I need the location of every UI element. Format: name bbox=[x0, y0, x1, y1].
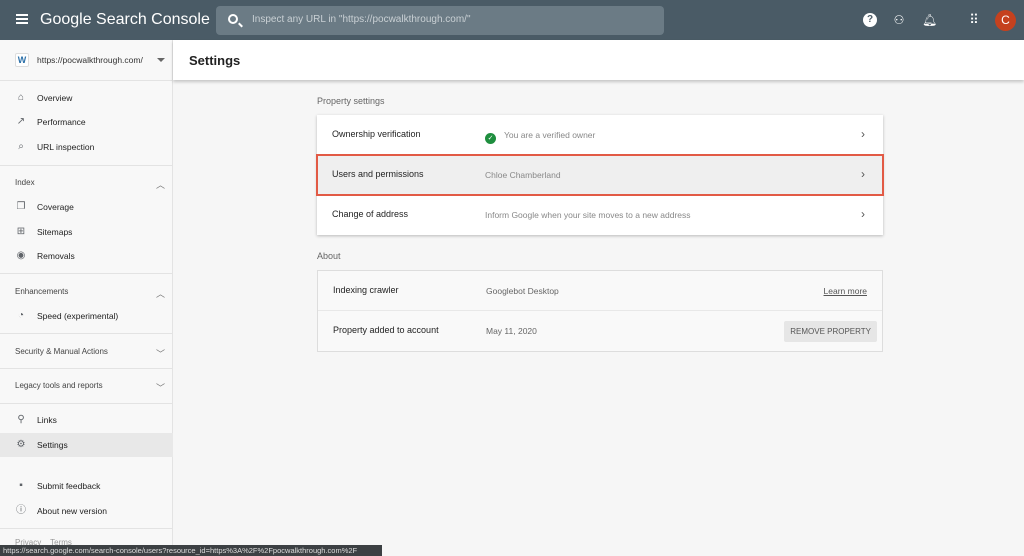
avatar[interactable]: C bbox=[995, 10, 1016, 31]
chevron-right-icon: › bbox=[861, 167, 865, 181]
row-key: Indexing crawler bbox=[333, 285, 399, 295]
manage-accounts-icon[interactable]: ⚇ bbox=[892, 13, 906, 27]
top-bar: Google Search Console Inspect any URL in… bbox=[0, 0, 1024, 40]
url-inspect-search[interactable]: Inspect any URL in "https://pocwalkthrou… bbox=[216, 6, 664, 35]
label: Speed (experimental) bbox=[37, 311, 118, 321]
learn-more-link[interactable]: Learn more bbox=[824, 286, 867, 296]
dropdown-arrow-icon bbox=[157, 58, 165, 66]
property-url: https://pocwalkthrough.com/ bbox=[37, 55, 143, 65]
chevron-up-icon: ︿ bbox=[156, 178, 165, 191]
label: Sitemaps bbox=[37, 227, 72, 237]
sidebar-item-settings[interactable]: ⚙ Settings bbox=[0, 433, 173, 457]
property-added-row: Property added to account May 11, 2020 REM… bbox=[318, 311, 882, 351]
section-security[interactable]: Security & Manual Actions﹀ bbox=[15, 347, 165, 356]
home-icon: ⌂ bbox=[15, 92, 27, 104]
chevron-down-icon: ﹀ bbox=[156, 381, 165, 394]
label: Performance bbox=[37, 117, 86, 127]
row-key: Property added to account bbox=[333, 325, 439, 335]
label: Index bbox=[15, 178, 35, 187]
remove-property-button[interactable]: REMOVE PROPERTY bbox=[784, 321, 877, 342]
label: URL inspection bbox=[37, 142, 94, 152]
info-icon: ⓘ bbox=[15, 505, 27, 517]
sidebar-item-url-inspection[interactable]: ⌕ URL inspection bbox=[0, 135, 173, 159]
divider bbox=[0, 528, 173, 529]
row-key: Change of address bbox=[332, 209, 408, 219]
trending-icon: ↗ bbox=[15, 116, 27, 128]
app-title[interactable]: Google Search Console bbox=[40, 11, 210, 29]
row-key: Users and permissions bbox=[332, 169, 424, 179]
row-value: Googlebot Desktop bbox=[486, 286, 559, 296]
label: Submit feedback bbox=[37, 481, 100, 491]
property-settings-card: Ownership verification ✓ You are a verifie… bbox=[317, 115, 883, 235]
page-title: Settings bbox=[173, 40, 1024, 80]
label: Overview bbox=[37, 93, 72, 103]
chevron-down-icon: ﹀ bbox=[156, 347, 165, 360]
eye-off-icon: ◉ bbox=[15, 250, 27, 262]
property-settings-heading: Property settings bbox=[317, 96, 385, 106]
chevron-up-icon: ︿ bbox=[156, 287, 165, 300]
chevron-right-icon: › bbox=[861, 207, 865, 221]
menu-icon[interactable] bbox=[16, 14, 28, 24]
sidebar-item-submit-feedback[interactable]: ▪ Submit feedback bbox=[0, 474, 173, 498]
about-heading: About bbox=[317, 251, 341, 261]
search-icon: ⌕ bbox=[15, 141, 27, 153]
section-legacy[interactable]: Legacy tools and reports﹀ bbox=[15, 381, 165, 390]
sidebar-item-overview[interactable]: ⌂ Overview bbox=[0, 86, 173, 110]
divider bbox=[0, 165, 173, 166]
label: Legacy tools and reports bbox=[15, 381, 103, 390]
wordpress-icon: W bbox=[15, 53, 29, 67]
row-key: Ownership verification bbox=[332, 129, 421, 139]
section-enhancements[interactable]: Enhancements︿ bbox=[15, 287, 165, 296]
divider bbox=[0, 333, 173, 334]
label: Links bbox=[37, 415, 57, 425]
notifications-icon[interactable]: 🔔︎ bbox=[922, 13, 936, 27]
label: Removals bbox=[37, 251, 75, 261]
row-value: You are a verified owner bbox=[504, 130, 595, 140]
links-icon: ⚲ bbox=[15, 414, 27, 426]
label: Settings bbox=[37, 440, 68, 450]
sidebar-item-about[interactable]: ⓘ About new version bbox=[0, 499, 173, 523]
link-status-bar: https://search.google.com/search-console… bbox=[0, 545, 382, 556]
ownership-verification-row[interactable]: Ownership verification ✓ You are a verifie… bbox=[317, 115, 883, 155]
sidebar-item-links[interactable]: ⚲ Links bbox=[0, 408, 173, 432]
divider bbox=[0, 368, 173, 369]
label: Coverage bbox=[37, 202, 74, 212]
check-circle-icon: ✓ bbox=[485, 133, 496, 144]
help-icon[interactable]: ? bbox=[863, 13, 877, 27]
row-value: Inform Google when your site moves to a … bbox=[485, 210, 691, 220]
sidebar-item-speed[interactable]: ◔ Speed (experimental) bbox=[0, 304, 173, 328]
apps-grid-icon[interactable]: ⠿ bbox=[967, 13, 981, 27]
gear-icon: ⚙ bbox=[15, 439, 27, 451]
property-selector[interactable]: Whttps://pocwalkthrough.com/ bbox=[0, 40, 173, 81]
divider bbox=[0, 403, 173, 404]
about-card: Indexing crawler Googlebot Desktop Learn m… bbox=[317, 270, 883, 352]
chevron-right-icon: › bbox=[861, 127, 865, 141]
search-icon bbox=[228, 14, 238, 24]
row-value: May 11, 2020 bbox=[486, 326, 537, 336]
sidebar: Whttps://pocwalkthrough.com/ ⌂ Overview ↗… bbox=[0, 40, 173, 556]
row-value: Chloe Chamberland bbox=[485, 170, 561, 180]
divider bbox=[0, 273, 173, 274]
label: Security & Manual Actions bbox=[15, 347, 108, 356]
coverage-icon: ❐ bbox=[15, 201, 27, 213]
sidebar-item-sitemaps[interactable]: ⊞ Sitemaps bbox=[0, 220, 173, 244]
search-placeholder: Inspect any URL in "https://pocwalkthrou… bbox=[252, 14, 471, 25]
feedback-icon: ▪ bbox=[15, 480, 27, 492]
sitemap-icon: ⊞ bbox=[15, 226, 27, 238]
users-permissions-row[interactable]: Users and permissions Chloe Chamberland › bbox=[317, 155, 883, 195]
sidebar-item-performance[interactable]: ↗ Performance bbox=[0, 110, 173, 134]
sidebar-item-coverage[interactable]: ❐ Coverage bbox=[0, 195, 173, 219]
section-index[interactable]: Index︿ bbox=[15, 178, 165, 187]
label: About new version bbox=[37, 506, 107, 516]
speed-icon: ◔ bbox=[15, 310, 27, 322]
indexing-crawler-row: Indexing crawler Googlebot Desktop Learn m… bbox=[318, 271, 882, 311]
sidebar-item-removals[interactable]: ◉ Removals bbox=[0, 244, 173, 268]
change-of-address-row[interactable]: Change of address Inform Google when your… bbox=[317, 195, 883, 235]
label: Enhancements bbox=[15, 287, 68, 296]
